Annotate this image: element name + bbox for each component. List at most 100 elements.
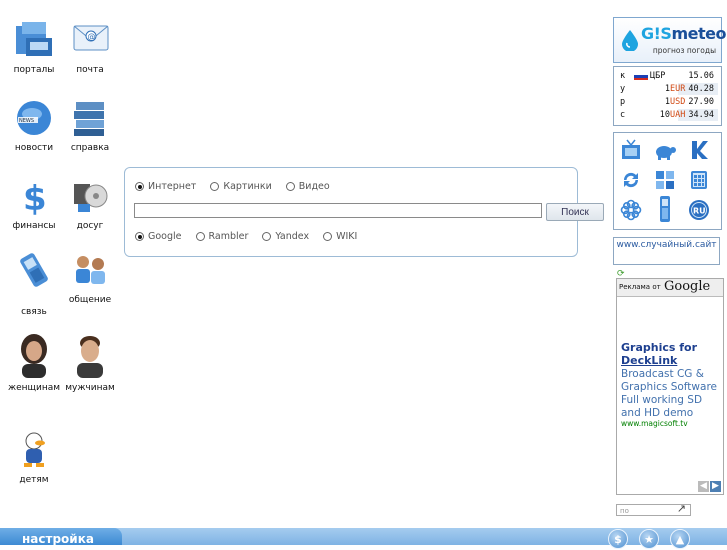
search-type-group: Интернет Картинки Видео	[135, 181, 344, 192]
radio-label: Картинки	[223, 181, 272, 192]
rate-row: с 10 UAH 34.94	[614, 109, 721, 121]
rate-value: 34.94	[688, 110, 714, 120]
svg-text:RU: RU	[693, 207, 706, 216]
icon-men[interactable]: мужчинам	[62, 332, 118, 394]
bank-value: 15.06	[688, 71, 714, 81]
leisure-icon	[68, 176, 112, 216]
search-button[interactable]: Поиск	[546, 203, 604, 221]
currency-rates[interactable]: к ЦБР 15.06 у 1 EUR 40.28 р 1 USD 27.90 …	[613, 66, 722, 126]
radio-dot[interactable]	[195, 232, 205, 241]
man-icon	[68, 332, 112, 378]
prev-arrow-icon[interactable]: ◀	[698, 481, 709, 492]
ad-url[interactable]: www.magicsoft.tv	[621, 419, 688, 428]
rate-value: 40.28	[688, 84, 714, 94]
radio-rambler[interactable]: Rambler	[195, 231, 248, 242]
flower-icon[interactable]	[620, 199, 642, 221]
icon-label: порталы	[13, 65, 55, 75]
russia-flag-icon	[634, 73, 648, 80]
radio-label: WIKI	[336, 231, 358, 242]
ad-title-line2: DeckLink	[621, 354, 678, 367]
radio-label: Интернет	[148, 181, 197, 192]
search-panel: Интернет Картинки Видео Поиск Google Ram…	[124, 167, 604, 257]
icon-label: справка	[70, 143, 110, 153]
icon-label: досуг	[76, 221, 104, 231]
radio-dot[interactable]	[135, 232, 144, 241]
ad-title-line1: Graphics for	[621, 341, 698, 354]
radio-dot[interactable]	[285, 182, 295, 191]
icon-news[interactable]: NEWS новости	[6, 98, 62, 154]
icon-finance[interactable]: $ финансы	[6, 176, 62, 232]
icon-label: почта	[76, 65, 104, 75]
radio-internet[interactable]: Интернет	[135, 181, 196, 192]
services-panel: RU	[613, 132, 722, 230]
search-input[interactable]	[134, 203, 542, 218]
icon-help[interactable]: справка	[62, 98, 118, 154]
icon-leisure[interactable]: досуг	[62, 176, 118, 232]
k-icon[interactable]	[688, 139, 710, 161]
mail-icon: @	[68, 20, 112, 60]
ad-title[interactable]: Graphics for DeckLink	[621, 341, 719, 367]
ad-nav: ◀ ▶	[697, 473, 721, 492]
ad-header: Реклама от Google	[617, 279, 723, 297]
svg-text:NEWS: NEWS	[19, 118, 34, 124]
icon-label: новости	[14, 143, 54, 153]
refresh-icon[interactable]	[620, 169, 642, 191]
ad-text: Broadcast CG & Graphics Software Full wo…	[621, 368, 717, 419]
icon-connection[interactable]: связь	[6, 250, 62, 318]
icon-communication[interactable]: общение	[62, 250, 118, 306]
radio-google[interactable]: Google	[135, 231, 182, 242]
radio-dot[interactable]	[262, 232, 272, 241]
icon-label: связь	[21, 307, 47, 317]
windows-icon[interactable]	[654, 169, 676, 191]
radio-label: Google	[148, 231, 182, 242]
google-ad[interactable]: Реклама от Google Graphics for DeckLink …	[616, 278, 724, 495]
rate-row: у 1 EUR 40.28	[614, 83, 721, 95]
next-arrow-icon[interactable]: ▶	[710, 481, 721, 492]
rate-value: 27.90	[688, 97, 714, 107]
portals-icon	[12, 20, 56, 60]
phone-icon	[12, 250, 56, 290]
radio-dot[interactable]	[323, 232, 333, 241]
radio-yandex[interactable]: Yandex	[262, 231, 309, 242]
rate-row-cbr: к ЦБР 15.06	[614, 70, 721, 82]
icon-mail[interactable]: @ почта	[62, 20, 118, 76]
star-button-icon[interactable]: ★	[639, 529, 659, 549]
radio-images[interactable]: Картинки	[210, 181, 272, 192]
radio-label: Yandex	[275, 231, 310, 242]
icon-kids[interactable]: детям	[6, 430, 62, 486]
random-site-link[interactable]: www.случайный.сайт	[613, 237, 720, 265]
rate-row: р 1 USD 27.90	[614, 96, 721, 108]
radio-dot[interactable]	[135, 182, 144, 191]
ad-label: Реклама от	[619, 283, 661, 291]
up-button-icon[interactable]: ▲	[670, 529, 690, 549]
settings-tab[interactable]: настройка	[0, 528, 122, 545]
rate-amount: 10	[659, 110, 670, 120]
bank-label: ЦБР	[650, 71, 666, 81]
gismeteo-logo: G!Smeteo	[641, 24, 726, 43]
radio-label: Видео	[298, 181, 330, 192]
radio-wiki[interactable]: WIKI	[323, 231, 357, 242]
mobile-phone-icon[interactable]	[654, 195, 676, 223]
dollar-button-icon[interactable]: $	[608, 529, 628, 549]
icon-women[interactable]: женщинам	[6, 332, 62, 394]
icon-label: финансы	[12, 221, 56, 231]
side-letter: с	[620, 110, 626, 120]
calculator-icon[interactable]	[688, 169, 710, 191]
turtle-icon[interactable]	[654, 139, 676, 161]
ru-globe-icon[interactable]: RU	[688, 199, 710, 221]
icon-portals[interactable]: порталы	[6, 20, 62, 76]
ad-small-field[interactable]: по ↗	[616, 503, 691, 516]
news-globe-icon: NEWS	[12, 98, 56, 138]
google-logo: Google	[664, 279, 711, 294]
side-letter: к	[620, 71, 626, 81]
icon-label: женщинам	[7, 383, 61, 393]
donald-duck-icon	[12, 430, 56, 470]
gismeteo-widget[interactable]: G!Smeteo прогноз погоды	[613, 17, 726, 63]
arrow-up-right-icon[interactable]: ↗	[677, 503, 686, 515]
dollar-icon: $	[12, 176, 56, 219]
tv-icon[interactable]	[620, 139, 642, 161]
radio-dot[interactable]	[210, 182, 220, 191]
books-icon	[68, 98, 112, 138]
radio-video[interactable]: Видео	[285, 181, 330, 192]
woman-icon	[12, 332, 56, 378]
